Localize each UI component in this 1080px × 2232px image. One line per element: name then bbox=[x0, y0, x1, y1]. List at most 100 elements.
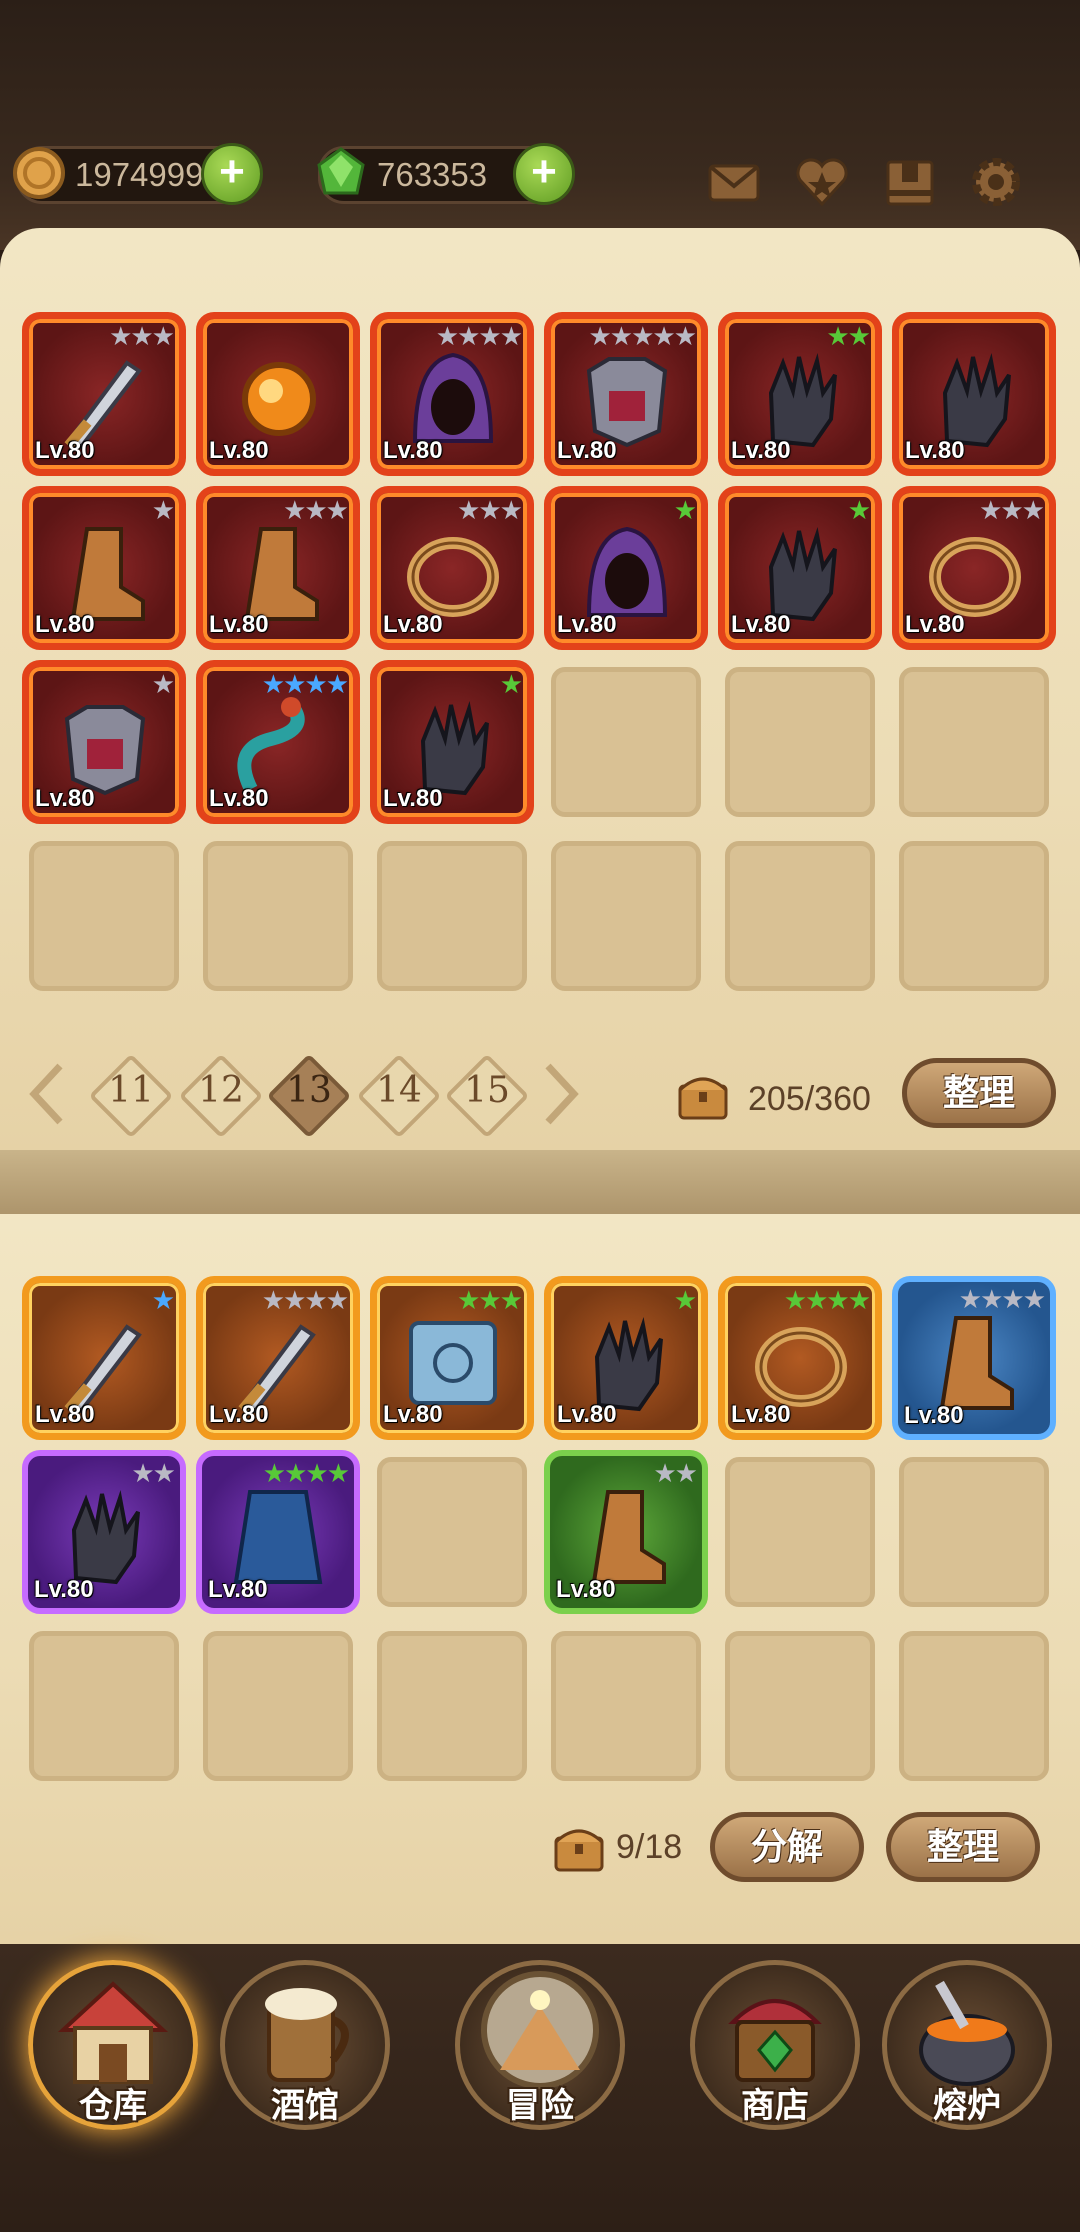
item-stars: ★★ bbox=[131, 1458, 176, 1488]
shop-icon bbox=[728, 1999, 822, 2082]
nav-tavern[interactable]: 酒馆 bbox=[210, 1930, 400, 2130]
item-level: Lv.80 bbox=[34, 1576, 94, 1603]
item-level: Lv.80 bbox=[731, 437, 791, 464]
storage-capacity: 205/360 bbox=[748, 1080, 871, 1118]
storage-item[interactable]: ★ Lv.80 bbox=[22, 486, 186, 650]
item-stars: ★★ bbox=[653, 1458, 698, 1488]
storage-item[interactable]: ★★★★ Lv.80 bbox=[196, 660, 360, 824]
bag-chest-icon bbox=[554, 1829, 604, 1872]
bag-item[interactable]: ★★★★ Lv.80 bbox=[196, 1276, 360, 1440]
bag-item[interactable]: ★★★★ Lv.80 bbox=[892, 1276, 1056, 1440]
item-level: Lv.80 bbox=[905, 437, 965, 464]
nav-shop[interactable]: 商店 bbox=[680, 1930, 870, 2130]
bag-empty-slot[interactable] bbox=[377, 1631, 527, 1781]
warehouse-icon bbox=[57, 1981, 169, 2084]
bag-sort-button[interactable]: 整理 bbox=[886, 1812, 1040, 1882]
nav-label: 商店 bbox=[741, 2087, 809, 2125]
item-stars: ★ bbox=[151, 669, 175, 699]
storage-empty-slot[interactable] bbox=[203, 841, 353, 991]
next-page-arrow[interactable] bbox=[540, 1062, 580, 1126]
storage-sort-button[interactable]: 整理 bbox=[902, 1058, 1056, 1128]
favorite-icon[interactable] bbox=[792, 152, 852, 212]
item-level: Lv.80 bbox=[557, 1401, 617, 1428]
storage-item[interactable]: Lv.80 bbox=[892, 312, 1056, 476]
storage-empty-slot[interactable] bbox=[551, 667, 701, 817]
add-gem-button[interactable]: + bbox=[513, 143, 575, 205]
storage-empty-slot[interactable] bbox=[29, 841, 179, 991]
storage-item[interactable]: ★ Lv.80 bbox=[718, 486, 882, 650]
item-stars: ★★★★ bbox=[435, 321, 523, 351]
item-stars: ★★★ bbox=[979, 495, 1045, 525]
bag-item[interactable]: ★★★★ Lv.80 bbox=[196, 1450, 360, 1614]
storage-item[interactable]: ★ Lv.80 bbox=[22, 660, 186, 824]
bag-capacity: 9/18 bbox=[616, 1828, 683, 1866]
storage-item[interactable]: ★★★★ Lv.80 bbox=[370, 312, 534, 476]
item-level: Lv.80 bbox=[209, 437, 269, 464]
nav-label: 冒险 bbox=[506, 2087, 574, 2125]
item-level: Lv.80 bbox=[208, 1576, 268, 1603]
item-stars: ★★★★★ bbox=[588, 321, 697, 351]
item-stars: ★ bbox=[673, 1285, 697, 1315]
bag-empty-slot[interactable] bbox=[203, 1631, 353, 1781]
settings-icon[interactable] bbox=[966, 152, 1026, 212]
item-level: Lv.80 bbox=[383, 437, 443, 464]
storage-item[interactable]: ★ Lv.80 bbox=[544, 486, 708, 650]
item-level: Lv.80 bbox=[556, 1576, 616, 1603]
item-level: Lv.80 bbox=[383, 1401, 443, 1428]
item-level: Lv.80 bbox=[731, 611, 791, 638]
decompose-button[interactable]: 分解 bbox=[710, 1812, 864, 1882]
green-gem-icon bbox=[317, 147, 365, 195]
storage-item[interactable]: ★★★ Lv.80 bbox=[22, 312, 186, 476]
bag-item[interactable]: ★ Lv.80 bbox=[22, 1276, 186, 1440]
storage-empty-slot[interactable] bbox=[725, 841, 875, 991]
bag-item[interactable]: ★★★★ Lv.80 bbox=[718, 1276, 882, 1440]
bag-empty-slot[interactable] bbox=[725, 1631, 875, 1781]
storage-item[interactable]: ★★★ Lv.80 bbox=[370, 486, 534, 650]
storage-empty-slot[interactable] bbox=[899, 841, 1049, 991]
storage-item[interactable]: ★★★★★ Lv.80 bbox=[544, 312, 708, 476]
storage-item[interactable]: ★★★ Lv.80 bbox=[196, 486, 360, 650]
item-stars: ★★★★ bbox=[958, 1284, 1046, 1314]
bag-empty-slot[interactable] bbox=[725, 1457, 875, 1607]
item-stars: ★ bbox=[847, 495, 871, 525]
bag-empty-slot[interactable] bbox=[899, 1457, 1049, 1607]
storage-item[interactable]: ★ Lv.80 bbox=[370, 660, 534, 824]
page-number: 12 bbox=[198, 1070, 244, 1111]
item-stars: ★ bbox=[673, 495, 697, 525]
storage-empty-slot[interactable] bbox=[899, 667, 1049, 817]
item-level: Lv.80 bbox=[209, 1401, 269, 1428]
bag-item[interactable]: ★★ Lv.80 bbox=[22, 1450, 186, 1614]
bag-empty-slot[interactable] bbox=[377, 1457, 527, 1607]
nav-label: 酒馆 bbox=[271, 2087, 339, 2125]
item-stars: ★★★ bbox=[457, 1285, 523, 1315]
furnace-icon bbox=[919, 1980, 1015, 2086]
bag-empty-slot[interactable] bbox=[899, 1631, 1049, 1781]
bag-empty-slot[interactable] bbox=[551, 1631, 701, 1781]
item-level: Lv.80 bbox=[383, 611, 443, 638]
item-level: Lv.80 bbox=[35, 785, 95, 812]
item-stars: ★★★ bbox=[109, 321, 175, 351]
nav-furnace[interactable]: 熔炉 bbox=[872, 1930, 1062, 2130]
inventory-icon[interactable] bbox=[880, 152, 940, 212]
bag-item[interactable]: ★★★ Lv.80 bbox=[370, 1276, 534, 1440]
bag-item[interactable]: ★★ Lv.80 bbox=[544, 1450, 708, 1614]
storage-item[interactable]: ★★ Lv.80 bbox=[718, 312, 882, 476]
storage-item[interactable]: Lv.80 bbox=[196, 312, 360, 476]
item-level: Lv.80 bbox=[35, 1401, 95, 1428]
prev-page-arrow[interactable] bbox=[28, 1062, 68, 1126]
add-gold-button[interactable]: + bbox=[201, 143, 263, 205]
bag-item[interactable]: ★ Lv.80 bbox=[544, 1276, 708, 1440]
storage-empty-slot[interactable] bbox=[551, 841, 701, 991]
storage-empty-slot[interactable] bbox=[725, 667, 875, 817]
item-level: Lv.80 bbox=[209, 785, 269, 812]
storage-empty-slot[interactable] bbox=[377, 841, 527, 991]
item-level: Lv.80 bbox=[731, 1401, 791, 1428]
storage-item[interactable]: ★★★ Lv.80 bbox=[892, 486, 1056, 650]
bag-empty-slot[interactable] bbox=[29, 1631, 179, 1781]
item-stars: ★★★ bbox=[457, 495, 523, 525]
nav-warehouse[interactable]: 仓库 bbox=[18, 1930, 208, 2130]
mail-icon[interactable] bbox=[704, 152, 764, 212]
item-level: Lv.80 bbox=[557, 437, 617, 464]
nav-adventure[interactable]: 冒险 bbox=[445, 1930, 635, 2130]
nav-label: 仓库 bbox=[79, 2087, 147, 2125]
